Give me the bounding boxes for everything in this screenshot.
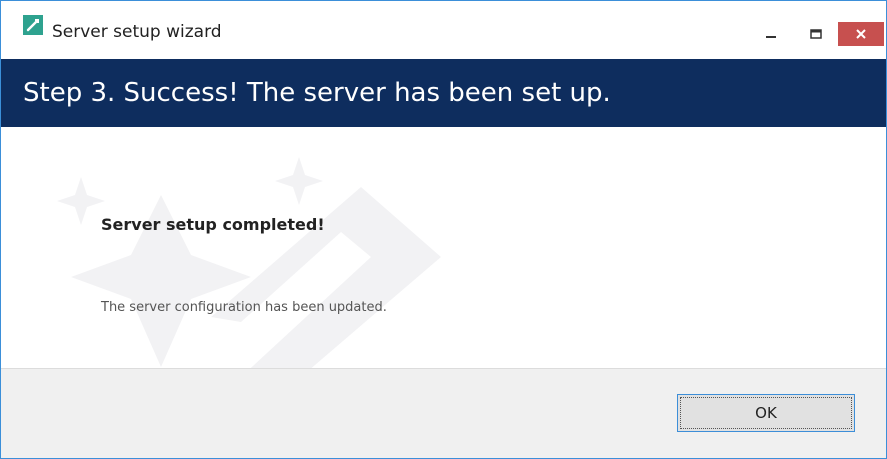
minimize-button[interactable] (749, 21, 793, 47)
wizard-app-icon (23, 15, 43, 35)
wizard-step-header: Step 3. Success! The server has been set… (1, 59, 886, 127)
setup-wizard-window: Server setup wizard Step 3. Success! The… (0, 0, 887, 459)
window-title: Server setup wizard (52, 22, 222, 42)
minimize-icon (765, 25, 777, 44)
maximize-button[interactable] (794, 21, 838, 47)
step-title: Step 3. Success! The server has been set… (23, 78, 611, 108)
close-button[interactable] (838, 22, 884, 46)
watermark-logo-icon (57, 157, 441, 377)
button-bar: OK (1, 368, 886, 458)
close-icon (855, 25, 867, 44)
completion-description: The server configuration has been update… (101, 300, 387, 315)
ok-button[interactable]: OK (677, 394, 855, 432)
completion-heading: Server setup completed! (101, 215, 325, 234)
title-bar[interactable]: Server setup wizard (1, 1, 886, 46)
content-area: Server setup completed! The server confi… (1, 127, 886, 377)
maximize-icon (810, 25, 822, 44)
